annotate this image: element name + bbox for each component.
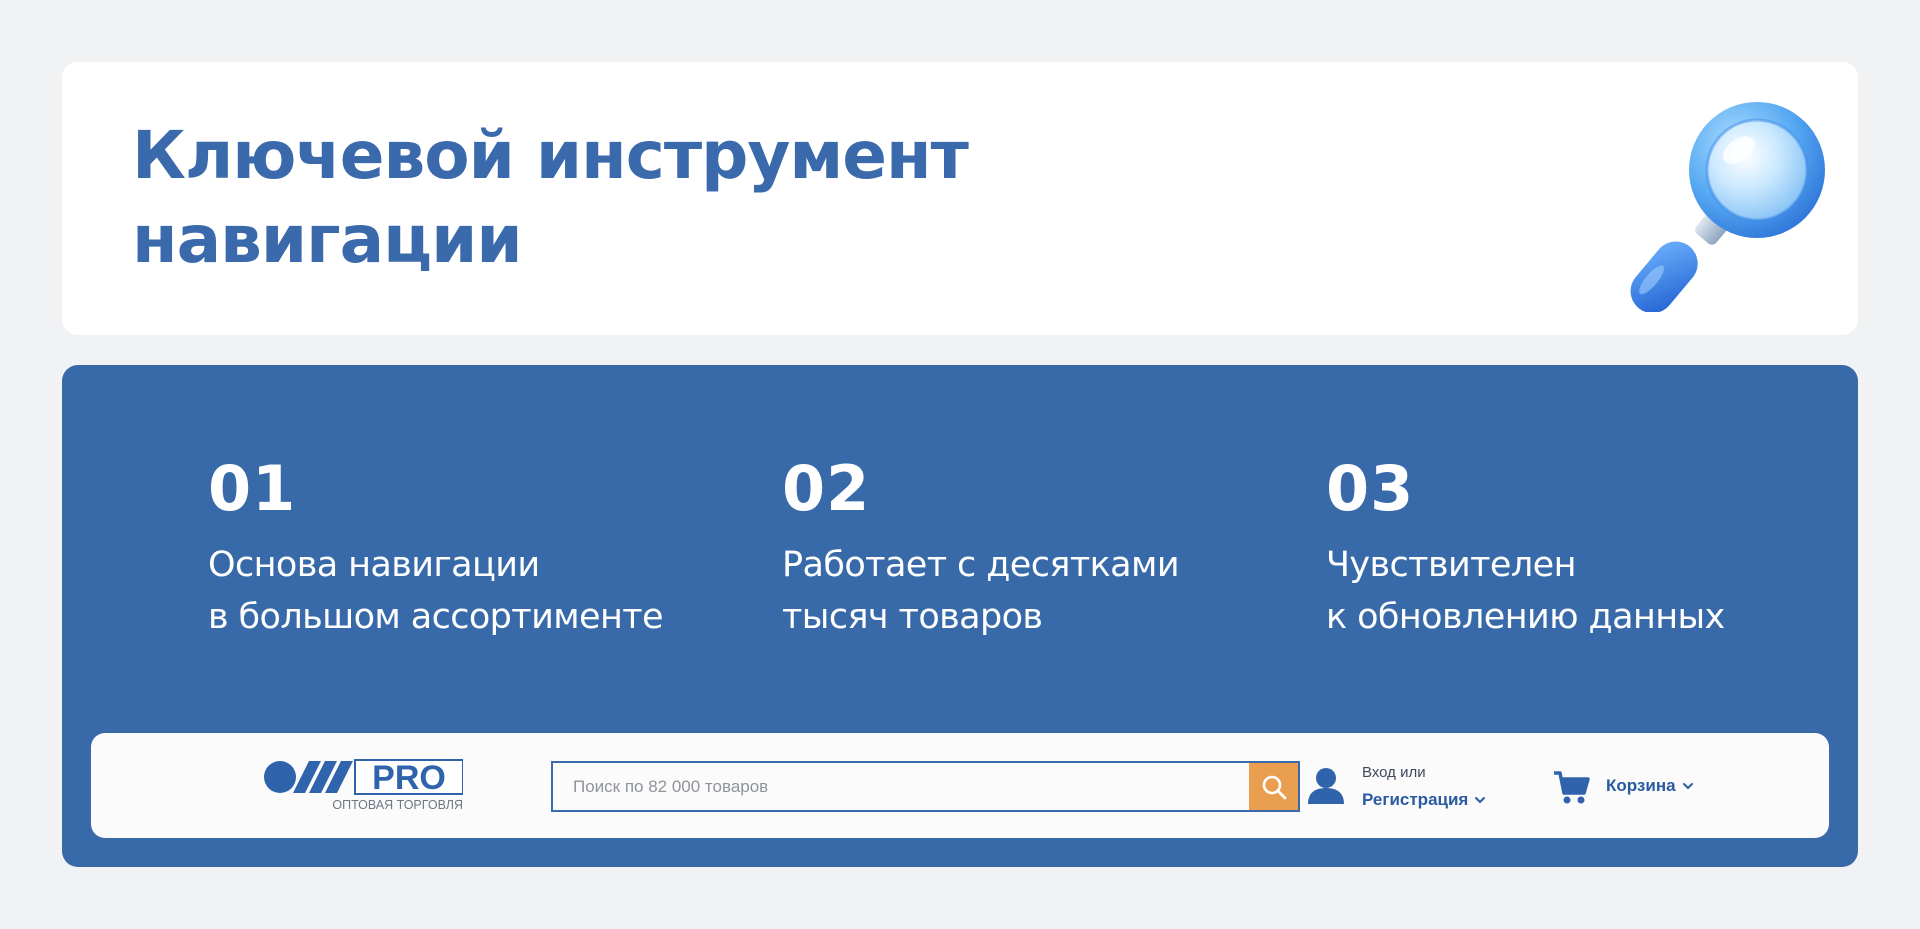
- logo-text: PRO: [372, 759, 446, 797]
- features-panel: 01 Основа навигации в большом ассортимен…: [62, 365, 1858, 867]
- site-header-preview: PRO ОПТОВАЯ ТОРГОВЛЯ Вход или Регистраци…: [91, 733, 1829, 838]
- login-block: Вход или Регистрация: [1362, 763, 1486, 811]
- register-link-label: Регистрация: [1362, 790, 1469, 809]
- feature-number: 01: [208, 452, 297, 525]
- hero-card: Ключевой инструмент навигации: [62, 62, 1858, 335]
- cart-link[interactable]: Корзина: [1606, 775, 1694, 797]
- feature-description-line-1: Основа навигации: [208, 545, 540, 585]
- feature-description-line-2: в большом ассортименте: [208, 597, 664, 637]
- feature-description-line-2: к обновлению данных: [1326, 597, 1725, 637]
- chevron-down-icon: [1682, 783, 1693, 790]
- cart-icon[interactable]: [1552, 767, 1592, 807]
- search-input[interactable]: [553, 763, 1233, 810]
- search-field: [551, 761, 1300, 812]
- logo-subtitle: ОПТОВАЯ ТОРГОВЛЯ: [332, 798, 463, 812]
- feature-description: Чувствителен к обновлению данных: [1326, 539, 1725, 643]
- feature-item: 03 Чувствителен к обновлению данных: [1326, 453, 1725, 643]
- user-icon[interactable]: [1306, 766, 1346, 804]
- feature-number: 02: [782, 452, 871, 525]
- page-title: Ключевой инструмент навигации: [132, 114, 969, 282]
- feature-item: 02 Работает с десятками тысяч товаров: [782, 452, 1180, 643]
- login-label: Вход или: [1362, 764, 1426, 781]
- chevron-down-icon: [1475, 797, 1486, 804]
- feature-description: Основа навигации в большом ассортименте: [208, 539, 664, 643]
- search-icon: [1262, 775, 1286, 799]
- feature-number: 03: [1326, 452, 1415, 525]
- page-title-line-2: навигации: [132, 201, 523, 278]
- feature-item: 01 Основа навигации в большом ассортимен…: [208, 452, 664, 643]
- feature-description-line-1: Чувствителен: [1326, 545, 1576, 585]
- register-link[interactable]: Регистрация: [1362, 789, 1486, 811]
- feature-description: Работает с десятками тысяч товаров: [782, 539, 1180, 643]
- search-button[interactable]: [1249, 763, 1298, 810]
- site-logo[interactable]: PRO ОПТОВАЯ ТОРГОВЛЯ: [263, 757, 463, 813]
- feature-description-line-1: Работает с десятками: [782, 545, 1180, 585]
- page-title-line-1: Ключевой инструмент: [132, 117, 969, 194]
- feature-description-line-2: тысяч товаров: [782, 597, 1043, 637]
- cart-link-label: Корзина: [1606, 776, 1676, 795]
- magnifier-icon: [1630, 102, 1825, 312]
